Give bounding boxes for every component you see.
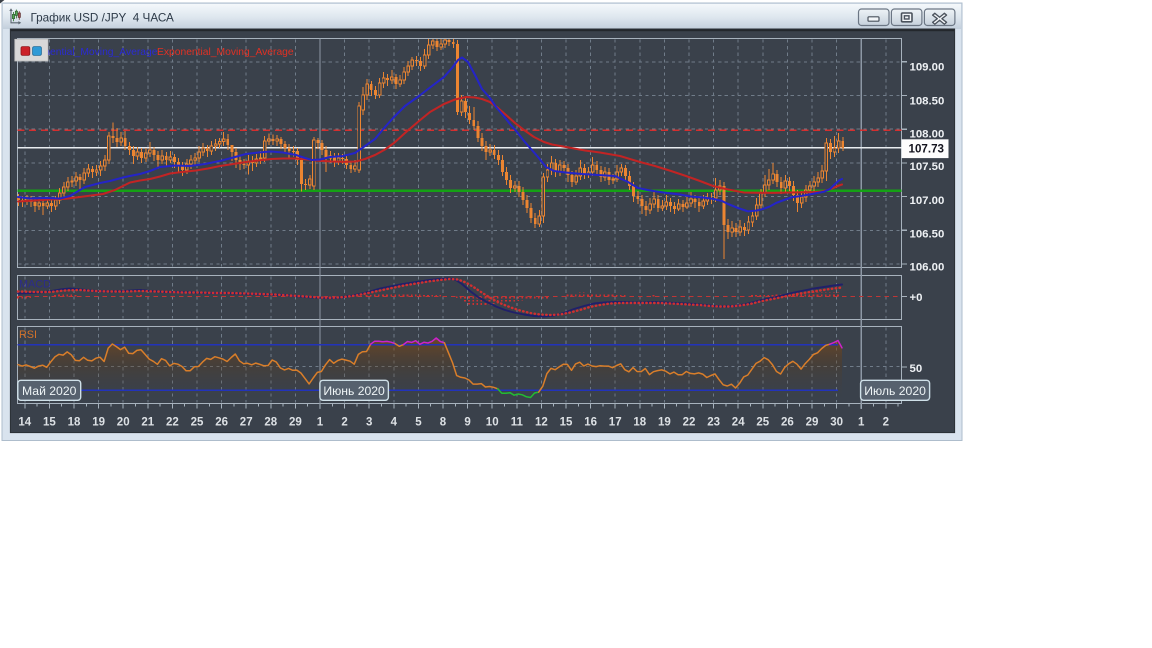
svg-text:14: 14: [18, 417, 31, 429]
svg-text:17: 17: [609, 417, 622, 429]
svg-text:24: 24: [732, 417, 745, 429]
svg-text:Июль 2020: Июль 2020: [864, 384, 926, 398]
svg-text:106.00: 106.00: [910, 262, 945, 274]
svg-text:16: 16: [584, 417, 597, 429]
svg-text:109.00: 109.00: [910, 61, 945, 73]
svg-text:50: 50: [910, 363, 923, 375]
svg-text:27: 27: [240, 417, 253, 429]
svg-text:28: 28: [264, 417, 277, 429]
svg-text:26: 26: [781, 417, 794, 429]
svg-text:1: 1: [858, 417, 865, 429]
svg-text:9: 9: [464, 417, 470, 429]
svg-text:29: 29: [289, 417, 302, 429]
svg-text:Exponential_Moving_Average: Exponential_Moving_Average: [157, 47, 294, 58]
svg-text:4: 4: [391, 417, 398, 429]
svg-text:25: 25: [191, 417, 204, 429]
svg-text:18: 18: [68, 417, 81, 429]
svg-text:График USD /JPY 4 ЧАСА: График USD /JPY 4 ЧАСА: [31, 12, 175, 25]
svg-text:15: 15: [560, 417, 573, 429]
svg-text:20: 20: [117, 417, 130, 429]
svg-text:10: 10: [486, 417, 499, 429]
svg-text:107.00: 107.00: [910, 195, 945, 207]
svg-text:Май 2020: Май 2020: [22, 384, 77, 398]
svg-text:25: 25: [756, 417, 769, 429]
svg-text:23: 23: [707, 417, 720, 429]
svg-text:2: 2: [341, 417, 347, 429]
svg-text:RSI: RSI: [19, 329, 37, 341]
svg-text:22: 22: [683, 417, 696, 429]
svg-text:5: 5: [415, 417, 422, 429]
svg-text:18: 18: [633, 417, 646, 429]
svg-text:21: 21: [141, 417, 154, 429]
svg-text:+0: +0: [910, 292, 923, 304]
svg-text:26: 26: [215, 417, 228, 429]
svg-text:Июнь 2020: Июнь 2020: [323, 384, 385, 398]
svg-text:19: 19: [658, 417, 671, 429]
svg-text:MACD: MACD: [19, 279, 51, 291]
svg-text:106.50: 106.50: [910, 228, 945, 240]
svg-text:29: 29: [806, 417, 819, 429]
svg-text:15: 15: [43, 417, 56, 429]
svg-text:30: 30: [830, 417, 843, 429]
svg-text:2: 2: [883, 417, 889, 429]
svg-text:107.50: 107.50: [910, 161, 945, 173]
svg-text:1: 1: [317, 417, 324, 429]
svg-text:108.00: 108.00: [910, 129, 945, 141]
svg-text:107.73: 107.73: [909, 142, 945, 155]
svg-text:22: 22: [166, 417, 179, 429]
svg-text:8: 8: [440, 417, 447, 429]
svg-text:12: 12: [535, 417, 548, 429]
svg-text:3: 3: [366, 417, 372, 429]
svg-text:108.50: 108.50: [910, 95, 945, 107]
svg-text:11: 11: [511, 417, 524, 429]
svg-text:19: 19: [92, 417, 105, 429]
